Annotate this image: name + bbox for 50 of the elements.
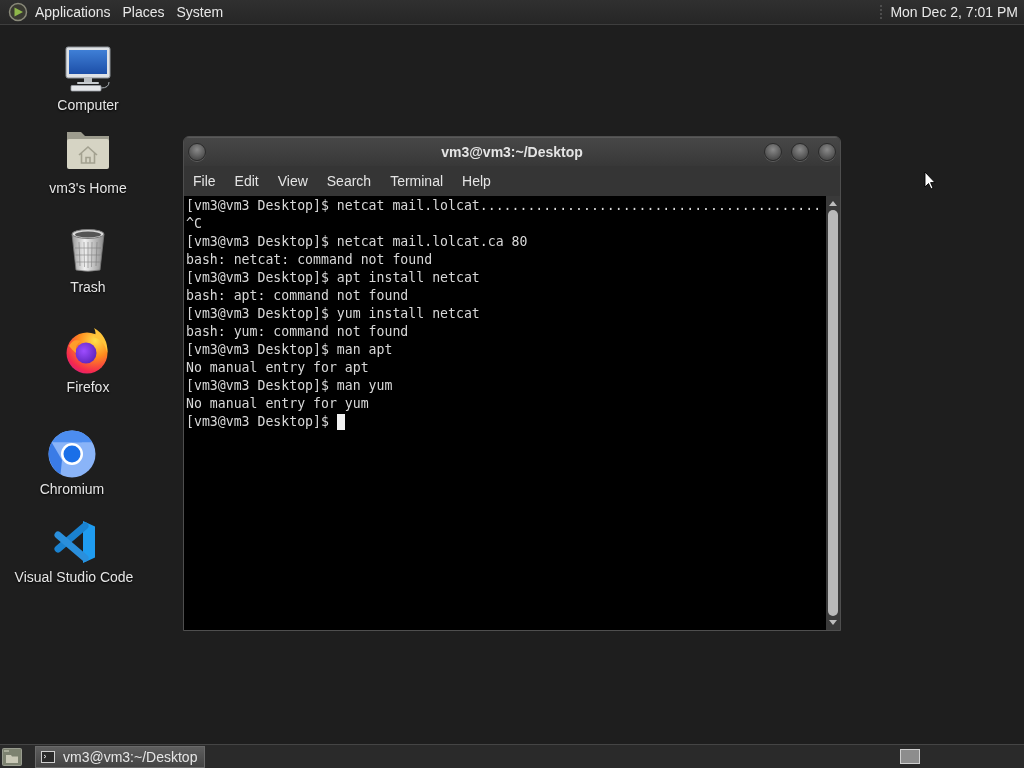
- terminal-line: No manual entry for yum: [186, 395, 369, 413]
- terminal-line: [vm3@vm3 Desktop]$ netcat mail.lolcat...........................................: [186, 197, 822, 215]
- menu-item[interactable]: File: [187, 170, 225, 192]
- taskbar-button[interactable]: vm3@vm3:~/Desktop: [35, 745, 206, 768]
- clock[interactable]: Mon Dec 2, 7:01 PM: [888, 4, 1020, 20]
- terminal-line: bash: netcat: command not found: [186, 251, 433, 269]
- scroll-up-icon[interactable]: [828, 199, 838, 207]
- show-desktop-icon[interactable]: [2, 747, 22, 766]
- window-menu-button[interactable]: [188, 143, 206, 161]
- desktop-icon-label[interactable]: Firefox: [66, 379, 110, 395]
- desktop-icon-label[interactable]: Chromium: [39, 481, 105, 497]
- computer-monitor-icon[interactable]: [64, 46, 112, 92]
- terminal-line: No manual entry for apt: [186, 359, 369, 377]
- panel-handle-icon[interactable]: [879, 4, 884, 20]
- close-button[interactable]: [818, 143, 836, 161]
- minimize-button[interactable]: [764, 143, 782, 161]
- terminal-line: [vm3@vm3 Desktop]$ man apt: [186, 341, 393, 359]
- terminal-line: [vm3@vm3 Desktop]$: [186, 413, 329, 431]
- menu-item[interactable]: Terminal: [384, 170, 453, 192]
- window-title: vm3@vm3:~/Desktop: [441, 144, 583, 160]
- terminal-line: bash: yum: command not found: [186, 323, 409, 341]
- panel-menu[interactable]: Places: [116, 2, 171, 22]
- panel-menu[interactable]: Applications: [29, 2, 117, 22]
- scrollbar-thumb[interactable]: [828, 210, 838, 616]
- chromium-logo-icon[interactable]: [48, 430, 96, 478]
- maximize-button[interactable]: [791, 143, 809, 161]
- desktop-icon-label[interactable]: Visual Studio Code: [14, 569, 134, 585]
- terminal-line: [vm3@vm3 Desktop]$ netcat mail.lolcat.ca 80: [186, 233, 528, 251]
- workspace-switcher[interactable]: [900, 749, 920, 764]
- scroll-down-icon[interactable]: [828, 619, 838, 627]
- menu-logo-icon[interactable]: [8, 2, 28, 22]
- menu-item[interactable]: Help: [456, 170, 500, 192]
- terminal-line: [vm3@vm3 Desktop]$ apt install netcat: [186, 269, 480, 287]
- desktop-icon-label[interactable]: vm3's Home: [49, 180, 127, 196]
- menu-item[interactable]: View: [271, 170, 317, 192]
- terminal-line: [vm3@vm3 Desktop]$ yum install netcat: [186, 305, 480, 323]
- terminal-line: [vm3@vm3 Desktop]$ man yum: [186, 377, 393, 395]
- terminal-icon: [41, 750, 55, 763]
- terminal-line: bash: apt: command not found: [186, 287, 409, 305]
- mouse-pointer-icon: [924, 171, 936, 190]
- menu-item[interactable]: Search: [320, 170, 381, 192]
- trash-bin-icon[interactable]: [70, 228, 106, 272]
- vscode-logo-icon[interactable]: [52, 520, 96, 564]
- panel-menu[interactable]: System: [170, 2, 230, 22]
- terminal-line: ^C: [186, 215, 202, 233]
- desktop-icon-label[interactable]: Computer: [57, 97, 119, 113]
- desktop-icon-label[interactable]: Trash: [70, 279, 106, 295]
- menu-item[interactable]: Edit: [228, 170, 268, 192]
- text-cursor: [336, 414, 345, 430]
- home-folder-icon[interactable]: [65, 129, 111, 171]
